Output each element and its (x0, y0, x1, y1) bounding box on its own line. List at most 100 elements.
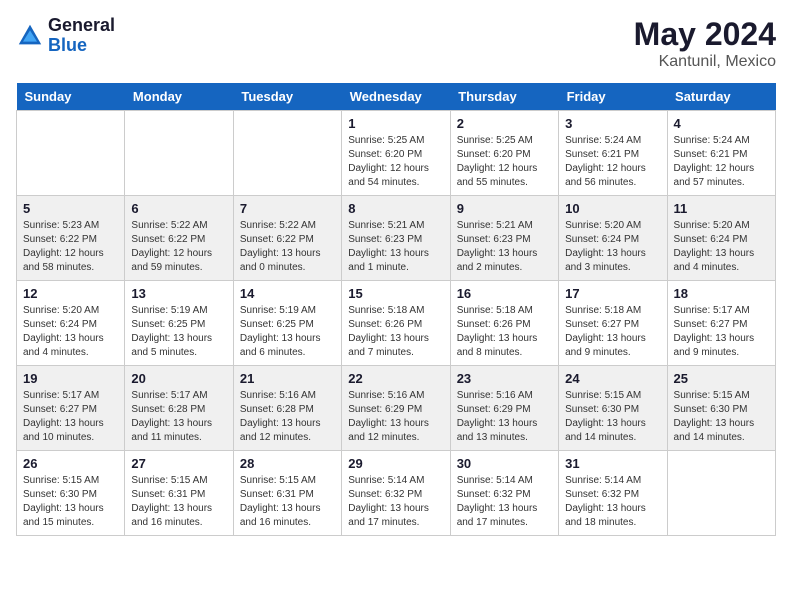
calendar-week-row: 1 Sunrise: 5:25 AM Sunset: 6:20 PM Daylig… (17, 111, 776, 196)
calendar-day-cell: 8 Sunrise: 5:21 AM Sunset: 6:23 PM Daylig… (342, 196, 450, 281)
day-number: 4 (674, 116, 769, 131)
day-number: 31 (565, 456, 660, 471)
calendar-day-cell: 22 Sunrise: 5:16 AM Sunset: 6:29 PM Dayli… (342, 366, 450, 451)
day-info: Sunrise: 5:14 AM Sunset: 6:32 PM Dayligh… (457, 474, 552, 530)
weekday-header: Sunday (17, 83, 125, 111)
calendar-day-cell: 16Sunrise: 5:18 AM Sunset: 6:26 PM Dayli… (450, 281, 558, 366)
calendar-day-cell: 25Sunrise: 5:15 AM Sunset: 6:30 PM Dayli… (667, 366, 775, 451)
day-info: Sunrise: 5:22 AM Sunset: 6:22 PM Dayligh… (131, 219, 226, 275)
calendar-day-cell: 6Sunrise: 5:22 AM Sunset: 6:22 PM Daylig… (125, 196, 233, 281)
day-info: Sunrise: 5:18 AM Sunset: 6:26 PM Dayligh… (348, 304, 443, 360)
day-number: 19 (23, 371, 118, 386)
calendar-day-cell: 21 Sunrise: 5:16 AM Sunset: 6:28 PM Dayli… (233, 366, 341, 451)
day-info: Sunrise: 5:20 AM Sunset: 6:24 PM Dayligh… (565, 219, 660, 275)
calendar-day-cell (17, 111, 125, 196)
day-number: 1 (348, 116, 443, 131)
day-info: Sunrise: 5:25 AM Sunset: 6:20 PM Dayligh… (457, 134, 552, 190)
calendar-day-cell: 26 Sunrise: 5:15 AM Sunset: 6:30 PM Dayli… (17, 451, 125, 536)
calendar-day-cell: 24Sunrise: 5:15 AM Sunset: 6:30 PM Dayli… (559, 366, 667, 451)
day-number: 5 (23, 201, 118, 216)
day-info: Sunrise: 5:23 AM Sunset: 6:22 PM Dayligh… (23, 219, 118, 275)
calendar-day-cell: 14 Sunrise: 5:19 AM Sunset: 6:25 PM Dayli… (233, 281, 341, 366)
calendar-week-row: 12 Sunrise: 5:20 AM Sunset: 6:24 PM Dayli… (17, 281, 776, 366)
month-year: May 2024 (634, 16, 776, 53)
weekday-header: Friday (559, 83, 667, 111)
calendar-week-row: 19 Sunrise: 5:17 AM Sunset: 6:27 PM Dayli… (17, 366, 776, 451)
calendar-day-cell: 28 Sunrise: 5:15 AM Sunset: 6:31 PM Dayli… (233, 451, 341, 536)
logo: General Blue (16, 16, 115, 56)
day-info: Sunrise: 5:19 AM Sunset: 6:25 PM Dayligh… (131, 304, 226, 360)
day-number: 7 (240, 201, 335, 216)
calendar-day-cell: 29 Sunrise: 5:14 AM Sunset: 6:32 PM Dayli… (342, 451, 450, 536)
calendar-day-cell: 23Sunrise: 5:16 AM Sunset: 6:29 PM Dayli… (450, 366, 558, 451)
day-info: Sunrise: 5:21 AM Sunset: 6:23 PM Dayligh… (348, 219, 443, 275)
page-header: General Blue May 2024 Kantunil, Mexico (16, 16, 776, 71)
day-info: Sunrise: 5:14 AM Sunset: 6:32 PM Dayligh… (348, 474, 443, 530)
calendar-day-cell: 13 Sunrise: 5:19 AM Sunset: 6:25 PM Dayli… (125, 281, 233, 366)
day-info: Sunrise: 5:16 AM Sunset: 6:29 PM Dayligh… (457, 389, 552, 445)
calendar-day-cell: 18 Sunrise: 5:17 AM Sunset: 6:27 PM Dayli… (667, 281, 775, 366)
day-number: 20 (131, 371, 226, 386)
day-number: 21 (240, 371, 335, 386)
calendar-day-cell: 27Sunrise: 5:15 AM Sunset: 6:31 PM Dayli… (125, 451, 233, 536)
calendar-day-cell: 7Sunrise: 5:22 AM Sunset: 6:22 PM Daylig… (233, 196, 341, 281)
day-info: Sunrise: 5:15 AM Sunset: 6:31 PM Dayligh… (240, 474, 335, 530)
day-info: Sunrise: 5:17 AM Sunset: 6:27 PM Dayligh… (674, 304, 769, 360)
day-info: Sunrise: 5:20 AM Sunset: 6:24 PM Dayligh… (674, 219, 769, 275)
day-number: 10 (565, 201, 660, 216)
day-number: 2 (457, 116, 552, 131)
logo-icon (16, 22, 44, 50)
calendar-day-cell: 3 Sunrise: 5:24 AM Sunset: 6:21 PM Daylig… (559, 111, 667, 196)
calendar-day-cell (233, 111, 341, 196)
calendar-day-cell (125, 111, 233, 196)
location: Kantunil, Mexico (634, 53, 776, 71)
calendar-day-cell: 2 Sunrise: 5:25 AM Sunset: 6:20 PM Daylig… (450, 111, 558, 196)
day-number: 11 (674, 201, 769, 216)
day-info: Sunrise: 5:24 AM Sunset: 6:21 PM Dayligh… (565, 134, 660, 190)
weekday-header: Tuesday (233, 83, 341, 111)
day-info: Sunrise: 5:24 AM Sunset: 6:21 PM Dayligh… (674, 134, 769, 190)
day-info: Sunrise: 5:14 AM Sunset: 6:32 PM Dayligh… (565, 474, 660, 530)
calendar-day-cell: 30Sunrise: 5:14 AM Sunset: 6:32 PM Dayli… (450, 451, 558, 536)
day-info: Sunrise: 5:16 AM Sunset: 6:28 PM Dayligh… (240, 389, 335, 445)
day-info: Sunrise: 5:19 AM Sunset: 6:25 PM Dayligh… (240, 304, 335, 360)
day-number: 22 (348, 371, 443, 386)
calendar-day-cell: 19 Sunrise: 5:17 AM Sunset: 6:27 PM Dayli… (17, 366, 125, 451)
calendar-day-cell (667, 451, 775, 536)
day-info: Sunrise: 5:15 AM Sunset: 6:30 PM Dayligh… (23, 474, 118, 530)
day-number: 8 (348, 201, 443, 216)
calendar-day-cell: 4 Sunrise: 5:24 AM Sunset: 6:21 PM Daylig… (667, 111, 775, 196)
day-info: Sunrise: 5:21 AM Sunset: 6:23 PM Dayligh… (457, 219, 552, 275)
day-number: 12 (23, 286, 118, 301)
calendar-table: SundayMondayTuesdayWednesdayThursdayFrid… (16, 83, 776, 536)
day-number: 17 (565, 286, 660, 301)
day-info: Sunrise: 5:15 AM Sunset: 6:31 PM Dayligh… (131, 474, 226, 530)
day-number: 3 (565, 116, 660, 131)
weekday-header: Thursday (450, 83, 558, 111)
day-number: 25 (674, 371, 769, 386)
weekday-header: Monday (125, 83, 233, 111)
logo-line2: Blue (48, 36, 115, 56)
day-number: 29 (348, 456, 443, 471)
day-info: Sunrise: 5:18 AM Sunset: 6:26 PM Dayligh… (457, 304, 552, 360)
day-info: Sunrise: 5:17 AM Sunset: 6:27 PM Dayligh… (23, 389, 118, 445)
day-info: Sunrise: 5:16 AM Sunset: 6:29 PM Dayligh… (348, 389, 443, 445)
calendar-week-row: 5 Sunrise: 5:23 AM Sunset: 6:22 PM Daylig… (17, 196, 776, 281)
day-info: Sunrise: 5:17 AM Sunset: 6:28 PM Dayligh… (131, 389, 226, 445)
day-info: Sunrise: 5:25 AM Sunset: 6:20 PM Dayligh… (348, 134, 443, 190)
title-area: May 2024 Kantunil, Mexico (634, 16, 776, 71)
day-number: 18 (674, 286, 769, 301)
calendar-day-cell: 20 Sunrise: 5:17 AM Sunset: 6:28 PM Dayli… (125, 366, 233, 451)
calendar-day-cell: 31 Sunrise: 5:14 AM Sunset: 6:32 PM Dayli… (559, 451, 667, 536)
day-number: 28 (240, 456, 335, 471)
calendar-day-cell: 11 Sunrise: 5:20 AM Sunset: 6:24 PM Dayli… (667, 196, 775, 281)
day-number: 14 (240, 286, 335, 301)
day-info: Sunrise: 5:20 AM Sunset: 6:24 PM Dayligh… (23, 304, 118, 360)
day-number: 13 (131, 286, 226, 301)
day-number: 26 (23, 456, 118, 471)
day-number: 24 (565, 371, 660, 386)
weekday-header: Wednesday (342, 83, 450, 111)
calendar-day-cell: 17Sunrise: 5:18 AM Sunset: 6:27 PM Dayli… (559, 281, 667, 366)
calendar-week-row: 26 Sunrise: 5:15 AM Sunset: 6:30 PM Dayli… (17, 451, 776, 536)
day-number: 9 (457, 201, 552, 216)
